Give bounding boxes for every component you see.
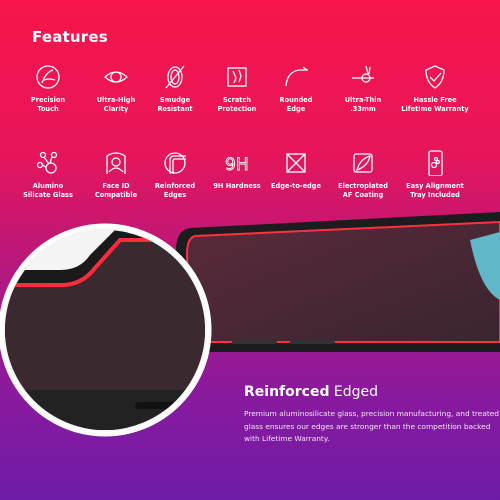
headline-bold: Reinforced: [244, 384, 330, 400]
headline-light: Edged: [329, 384, 379, 400]
description: Premium aluminosilicate glass, precision…: [244, 409, 499, 443]
headline: Reinforced Edged: [244, 384, 378, 400]
phone-body: [176, 212, 500, 352]
